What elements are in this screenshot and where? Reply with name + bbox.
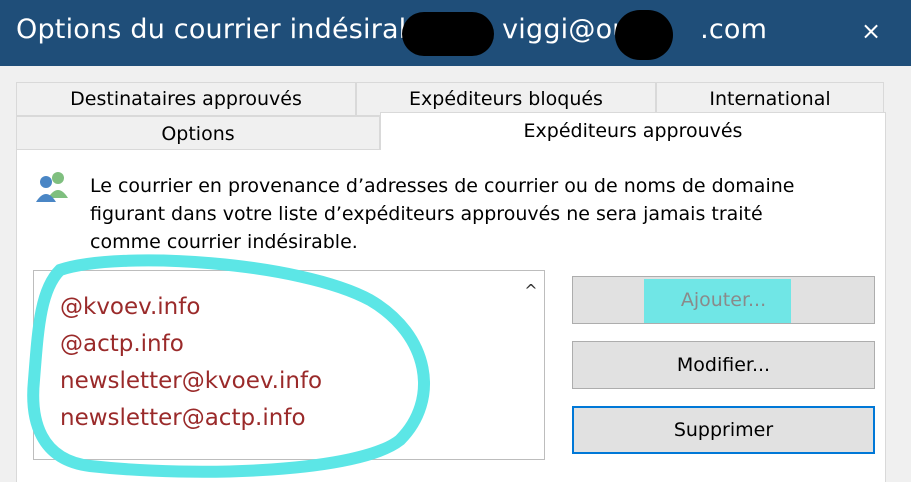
edit-button[interactable]: Modifier... — [572, 341, 875, 389]
tab-options[interactable]: Options — [16, 116, 380, 150]
title-bar: Options du courrier indésirab viggi@outl.… — [0, 0, 911, 66]
description-line: Le courrier en provenance d’adresses de … — [90, 175, 795, 197]
tab-safe-senders[interactable]: Expéditeurs approuvés — [380, 112, 886, 150]
window-title-prefix: Options du courrier indésirab — [16, 14, 417, 45]
redaction-blob — [615, 10, 673, 60]
list-item[interactable]: @kvoev.info — [60, 294, 200, 320]
redaction-blob — [402, 12, 494, 56]
tab-approved-recipients[interactable]: Destinataires approuvés — [16, 82, 356, 116]
add-button-label[interactable]: Ajouter... — [572, 276, 875, 324]
users-icon — [36, 172, 68, 202]
description-line: comme courrier indésirable. — [90, 231, 358, 253]
description-line: figurant dans votre liste d’expéditeurs … — [90, 203, 763, 225]
chevron-up-icon[interactable]: ^ — [517, 276, 545, 306]
list-item[interactable]: newsletter@kvoev.info — [60, 368, 322, 394]
window-title-suffix: .com — [700, 14, 768, 45]
close-icon[interactable]: × — [856, 14, 886, 48]
tab-blocked-senders[interactable]: Expéditeurs bloqués — [356, 82, 656, 116]
delete-button[interactable]: Supprimer — [572, 406, 875, 454]
description-text: Le courrier en provenance d’adresses de … — [90, 172, 850, 256]
list-item[interactable]: @actp.info — [60, 331, 184, 357]
tab-international[interactable]: International — [656, 82, 884, 116]
list-item[interactable]: newsletter@actp.info — [60, 405, 306, 431]
